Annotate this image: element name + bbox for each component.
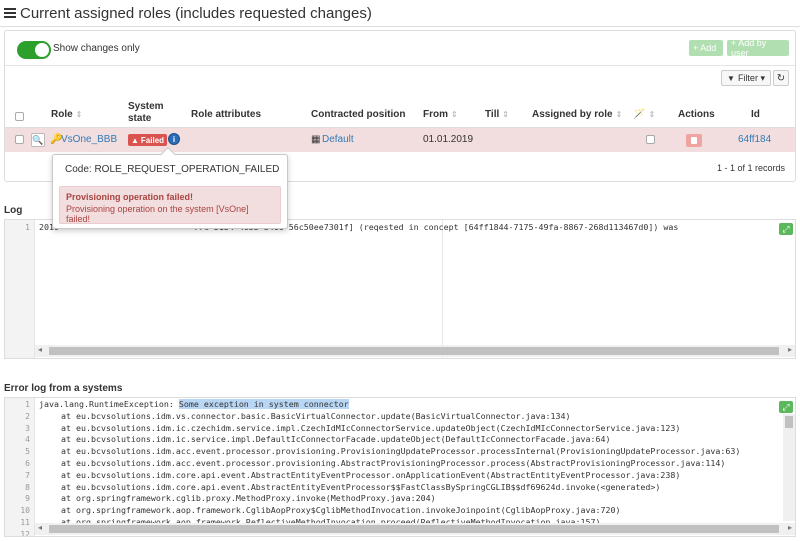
error-alert: Provisioning operation failed! Provision… [59,186,281,224]
error-line-1: java.lang.RuntimeException: Some excepti… [39,399,349,409]
assigned-by-role-checkbox [646,135,655,144]
fullscreen-button[interactable]: ⤢ [779,223,793,235]
id-link[interactable]: 64ff184 [738,134,771,145]
show-changes-toggle[interactable] [17,41,51,59]
scroll-right-icon[interactable]: ▸ [788,523,792,532]
error-detail: Provisioning operation on the system [Vs… [66,204,249,224]
col-system-state: System state [128,101,164,124]
print-margin [442,220,443,358]
col-actions: Actions [678,109,715,120]
role-link[interactable]: VsOne_BBB [61,134,117,145]
warning-icon: ▲ [131,135,139,145]
sort-icon: ⇕ [502,110,509,119]
line-gutter: 1 2 3 4 5 6 7 8 9 10 11 12 [5,398,35,536]
col-id: Id [751,109,760,120]
section-header: Current assigned roles (includes request… [4,3,372,23]
delete-button[interactable] [686,134,702,147]
line-number: 5 [25,447,30,457]
line-number: 3 [25,423,30,433]
stack-trace-line: at eu.bcvsolutions.idm.vs.connector.basi… [61,410,571,421]
search-icon: 🔍 [32,135,44,145]
stack-trace-line: at eu.bcvsolutions.idm.core.api.event.Ab… [61,481,661,492]
error-log-editor[interactable]: 1 2 3 4 5 6 7 8 9 10 11 12 java.lang.RuntimeExcepti… [4,397,796,537]
line-number: 10 [20,506,30,516]
stack-trace-line: at eu.bcvsolutions.idm.acc.event.process… [61,458,726,468]
page-title: Current assigned roles (includes request… [20,4,372,22]
status-badge: ▲ Failed [128,134,168,146]
building-icon: ▦ [311,134,321,145]
contracted-position-link[interactable]: Default [322,134,354,145]
filter-icon: ▼ [727,73,735,83]
col-role-attributes: Role attributes [191,109,262,120]
line-number: 9 [25,494,30,504]
stack-trace-line: at eu.bcvsolutions.idm.acc.event.process… [61,446,741,457]
info-icon[interactable]: i [168,133,180,145]
fullscreen-button[interactable]: ⤢ [779,401,793,413]
line-number: 2 [25,411,30,421]
expand-icon: ⤢ [782,402,790,412]
sort-icon: ⇕ [451,110,458,119]
log-label: Log [4,205,23,216]
select-all-checkbox[interactable] [15,112,24,121]
line-number: 6 [25,459,30,468]
col-from[interactable]: From ⇕ [423,109,458,121]
detail-button[interactable]: 🔍 [31,133,45,147]
col-assigned-by-role[interactable]: Assigned by role ⇕ [532,109,622,121]
magic-wand-icon: 🪄 [633,109,646,120]
stack-trace-line: at org.springframework.aop.framework.Cgl… [61,505,621,516]
table-row[interactable]: 🔍 🔑 VsOne_BBB ▲ Failed i ▦ Default 01.01.… [5,128,795,152]
col-tools[interactable]: 🪄 ⇕ [633,109,655,121]
vertical-scrollbar[interactable] [783,414,795,521]
filter-button[interactable]: ▼ Filter ▾ [721,70,771,86]
error-popover: Code: ROLE_REQUEST_OPERATION_FAILED Prov… [52,146,288,229]
list-icon [4,7,16,19]
col-till[interactable]: Till ⇕ [485,109,509,121]
line-number: 1 [25,400,30,409]
row-checkbox[interactable] [15,135,24,144]
log-editor[interactable]: 1 2019 ······················· 77c-51b4-… [4,219,796,359]
from-date: 01.01.2019 [423,134,474,145]
horizontal-scrollbar[interactable]: ◂ ▸ [35,345,795,357]
scroll-right-icon[interactable]: ▸ [788,345,792,354]
refresh-icon: ↻ [776,72,786,84]
stack-trace-line: at eu.bcvsolutions.idm.core.api.event.Ab… [61,469,681,480]
sort-icon: ⇕ [648,110,656,119]
line-number: 7 [25,470,30,480]
show-changes-label: Show changes only [53,43,140,54]
sort-icon: ⇕ [75,110,83,119]
expand-icon: ⤢ [782,224,790,234]
line-number: 4 [25,435,30,445]
line-number: 12 [20,529,30,537]
line-number: 8 [25,482,30,492]
col-role[interactable]: Role ⇕ [51,109,82,121]
toolbar-divider [5,65,795,66]
filter-label: Filter ▾ [737,72,765,83]
error-title: Provisioning operation failed! [66,192,194,202]
error-log-label: Error log from a systems [4,383,123,394]
stack-trace-line: at eu.bcvsolutions.idm.ic.czechidm.servi… [61,422,681,433]
scroll-left-icon[interactable]: ◂ [38,523,42,532]
error-code: Code: ROLE_REQUEST_OPERATION_FAILED [65,164,280,175]
sort-icon: ⇕ [615,110,623,119]
add-button[interactable]: + Add [689,40,723,56]
add-by-user-button[interactable]: + Add by user [727,38,789,58]
scroll-left-icon[interactable]: ◂ [38,345,42,354]
header-divider [0,26,800,27]
col-contracted-position: Contracted position [311,109,406,120]
stack-trace-line: at org.springframework.cglib.proxy.Metho… [61,493,436,504]
horizontal-scrollbar[interactable]: ◂ ▸ [35,523,795,535]
records-count: 1 - 1 of 1 records [716,163,785,173]
refresh-button[interactable]: ↻ [773,70,789,86]
line-number: 11 [20,518,30,527]
line-gutter: 1 [5,220,35,358]
stack-trace-line: at eu.bcvsolutions.idm.ic.service.impl.D… [61,434,611,445]
